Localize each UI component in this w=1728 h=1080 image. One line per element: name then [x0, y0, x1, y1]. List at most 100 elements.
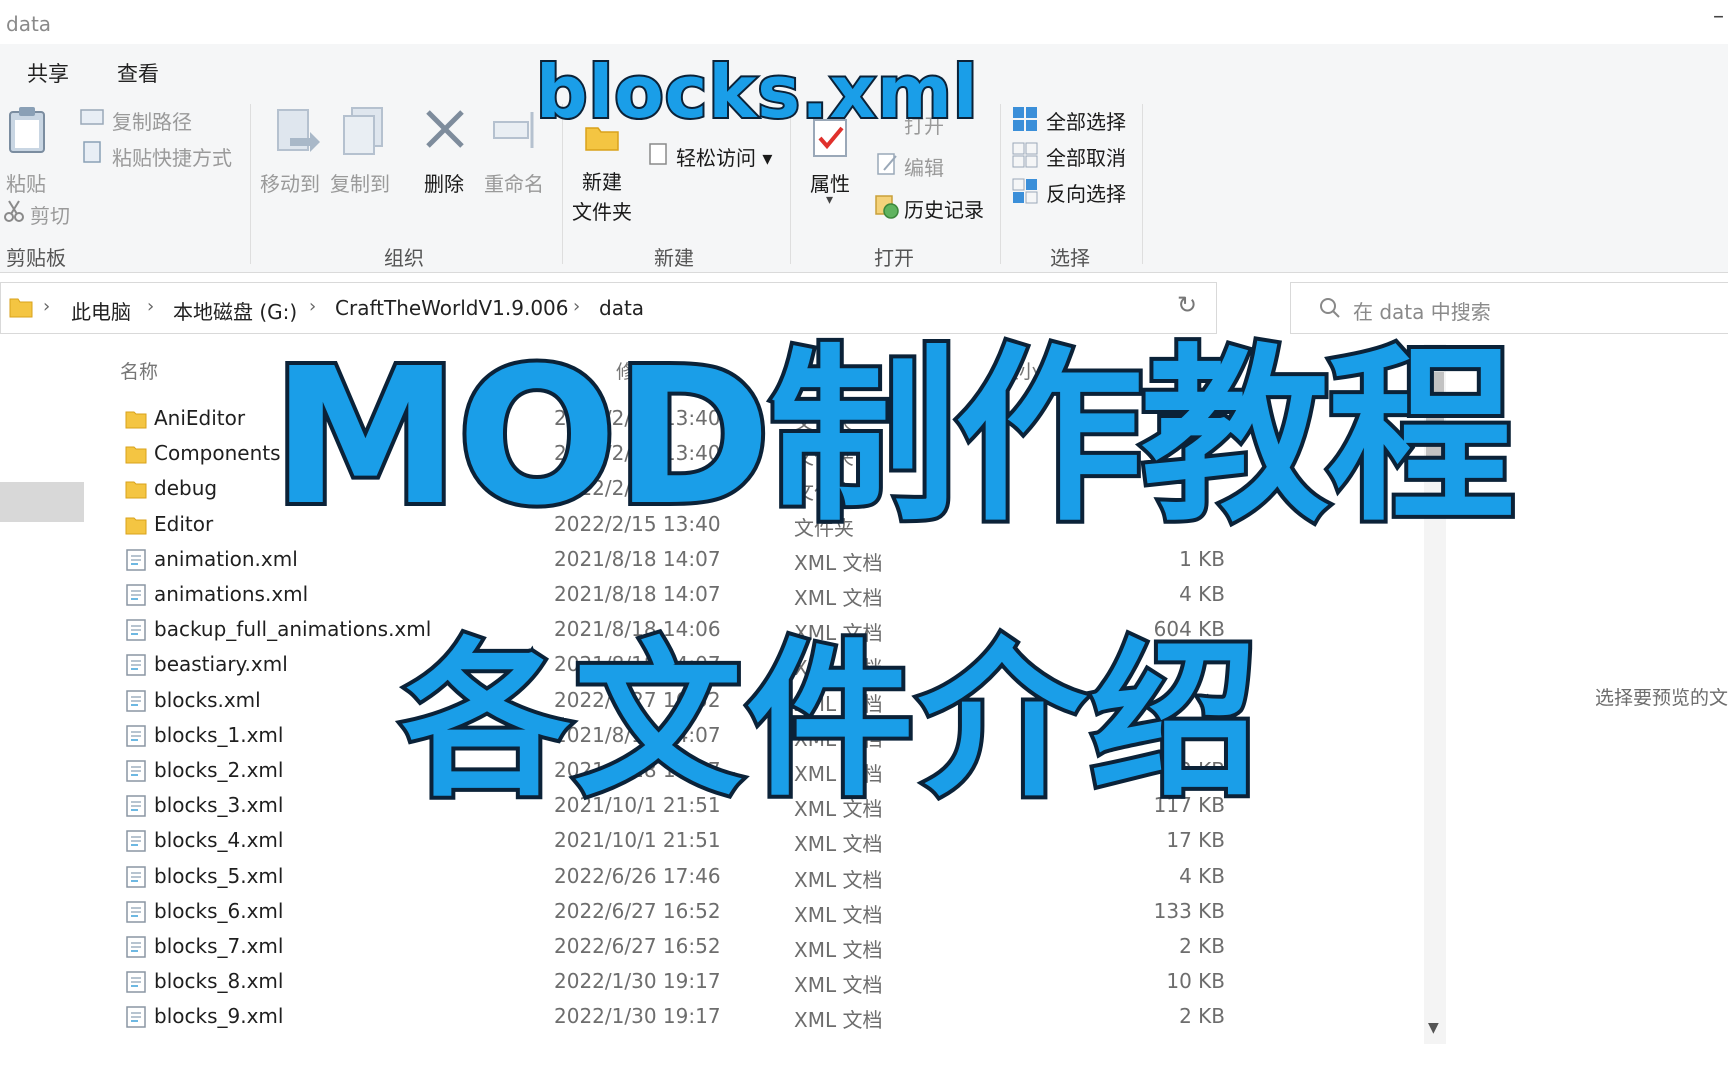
- xml-file-icon: [126, 689, 146, 712]
- edit-icon: [877, 153, 897, 175]
- file-type: XML 文档: [794, 1008, 883, 1033]
- xml-file-icon: [126, 725, 146, 747]
- select-none-button[interactable]: 全部取消: [1046, 142, 1126, 171]
- xml-file-icon: [126, 1006, 146, 1029]
- new-folder-button[interactable]: 新建: [582, 166, 622, 195]
- chevron-right-icon: ›: [147, 296, 155, 317]
- tab-view[interactable]: 查看: [117, 58, 159, 88]
- cut-button[interactable]: 剪切: [30, 200, 70, 229]
- window-title: data: [6, 12, 52, 36]
- paste-shortcut-button[interactable]: 粘贴快捷方式: [112, 142, 232, 171]
- file-row[interactable]: blocks_9.xml 2022/1/30 19:17 XML 文档 2 KB: [120, 1000, 1225, 1035]
- folder-icon: [125, 517, 147, 535]
- file-name: Editor: [154, 511, 214, 536]
- column-header-name[interactable]: 名称: [120, 357, 158, 384]
- title-bar: data –: [0, 0, 1728, 44]
- file-name: blocks_1.xml: [154, 722, 284, 747]
- breadcrumb-this-pc[interactable]: 此电脑: [71, 296, 131, 325]
- select-all-icon: [1013, 107, 1037, 131]
- clipboard-icon: [9, 107, 45, 153]
- chevron-right-icon: ›: [43, 296, 51, 317]
- xml-file-icon: [126, 654, 146, 677]
- preview-pane-text: 选择要预览的文: [1595, 687, 1728, 709]
- group-divider: [250, 104, 251, 264]
- xml-file-icon: [126, 865, 146, 888]
- organize-group-label: 组织: [384, 246, 424, 270]
- file-date: 2021/10/1 21:51: [554, 828, 721, 853]
- file-date: 2022/6/27 16:52: [554, 934, 721, 958]
- delete-button[interactable]: 删除: [424, 168, 464, 197]
- file-date: 2022/6/27 16:52: [554, 898, 721, 923]
- navigation-selected-item[interactable]: [0, 482, 84, 522]
- file-size: 2 KB: [1179, 1004, 1225, 1029]
- select-all-button[interactable]: 全部选择: [1046, 106, 1126, 135]
- history-button[interactable]: 历史记录: [904, 194, 984, 223]
- open-group-label: 打开: [874, 246, 914, 270]
- xml-file-icon: [126, 619, 146, 641]
- new-group-label: 新建: [654, 246, 694, 270]
- file-name: blocks_4.xml: [154, 828, 284, 853]
- file-name: blocks_2.xml: [154, 758, 284, 782]
- edit-button[interactable]: 编辑: [904, 152, 944, 181]
- rename-icon: [493, 112, 534, 148]
- file-name: blocks_8.xml: [154, 969, 284, 994]
- invert-selection-button[interactable]: 反向选择: [1046, 178, 1126, 207]
- xml-file-icon: [126, 549, 146, 571]
- easy-access-label: 轻松访问: [676, 146, 756, 170]
- file-name: backup_full_animations.xml: [154, 617, 432, 642]
- file-size: 17 KB: [1166, 828, 1225, 853]
- file-type: XML 文档: [794, 973, 883, 998]
- file-row[interactable]: blocks_6.xml 2022/6/27 16:52 XML 文档 133 KB: [120, 895, 1225, 930]
- rename-button[interactable]: 重命名: [484, 168, 544, 197]
- history-icon: [875, 195, 899, 219]
- copy-path-button[interactable]: 复制路径: [112, 106, 192, 135]
- xml-file-icon: [126, 936, 146, 958]
- file-name: blocks_9.xml: [154, 1004, 284, 1029]
- minimize-button[interactable]: –: [1713, 4, 1724, 29]
- file-row[interactable]: blocks_8.xml 2022/1/30 19:17 XML 文档 10 KB: [120, 965, 1225, 1000]
- invert-selection-icon: [1012, 178, 1038, 204]
- file-name: AniEditor: [154, 406, 246, 430]
- file-date: 2022/6/26 17:46: [554, 863, 721, 888]
- file-size: 10 KB: [1166, 969, 1225, 994]
- file-type: XML 文档: [794, 832, 883, 857]
- new-folder-button-line2: 文件夹: [572, 200, 632, 224]
- file-name: blocks_6.xml: [154, 898, 284, 923]
- move-to-icon: [277, 109, 320, 152]
- file-row[interactable]: blocks_7.xml 2022/6/27 16:52 XML 文档 2 KB: [120, 930, 1225, 965]
- paste-shortcut-icon: [83, 141, 101, 163]
- easy-access-icon: [649, 143, 667, 165]
- copy-to-icon: [343, 107, 383, 155]
- file-name: blocks.xml: [154, 687, 261, 712]
- tab-share[interactable]: 共享: [27, 58, 69, 88]
- file-type: XML 文档: [794, 938, 883, 962]
- folder-icon: [9, 298, 33, 318]
- xml-file-icon: [126, 795, 146, 817]
- paste-button[interactable]: 粘贴: [6, 168, 46, 197]
- group-divider: [1000, 104, 1001, 264]
- file-row[interactable]: blocks_5.xml 2022/6/26 17:46 XML 文档 4 KB: [120, 860, 1225, 895]
- easy-access-button[interactable]: 轻松访问 ▾: [676, 142, 772, 171]
- file-name: blocks_3.xml: [154, 793, 284, 818]
- file-row[interactable]: blocks_4.xml 2021/10/1 21:51 XML 文档 17 KB: [120, 824, 1225, 859]
- navigation-pane: [0, 338, 86, 1038]
- xml-file-icon: [126, 971, 146, 993]
- scroll-down-icon[interactable]: ▼: [1428, 1020, 1439, 1036]
- properties-dropdown-icon[interactable]: ▾: [826, 192, 833, 208]
- clipboard-group-label: 剪贴板: [6, 246, 66, 270]
- select-group-label: 选择: [1050, 246, 1090, 270]
- file-type: XML 文档: [794, 867, 883, 892]
- file-date: 2022/1/30 19:17: [554, 969, 721, 994]
- select-none-icon: [1012, 142, 1038, 168]
- copy-path-icon: [80, 109, 104, 125]
- xml-file-icon: [126, 830, 146, 853]
- file-name: blocks_5.xml: [154, 863, 284, 888]
- move-to-button[interactable]: 移动到: [260, 168, 320, 197]
- folder-icon: [125, 446, 147, 464]
- file-size: 2 KB: [1179, 934, 1225, 958]
- file-type: XML 文档: [794, 902, 883, 927]
- overlay-title: MOD制作教程: [268, 324, 1519, 551]
- xml-file-icon: [126, 760, 146, 782]
- folder-icon: [125, 481, 147, 499]
- copy-to-button[interactable]: 复制到: [330, 168, 390, 197]
